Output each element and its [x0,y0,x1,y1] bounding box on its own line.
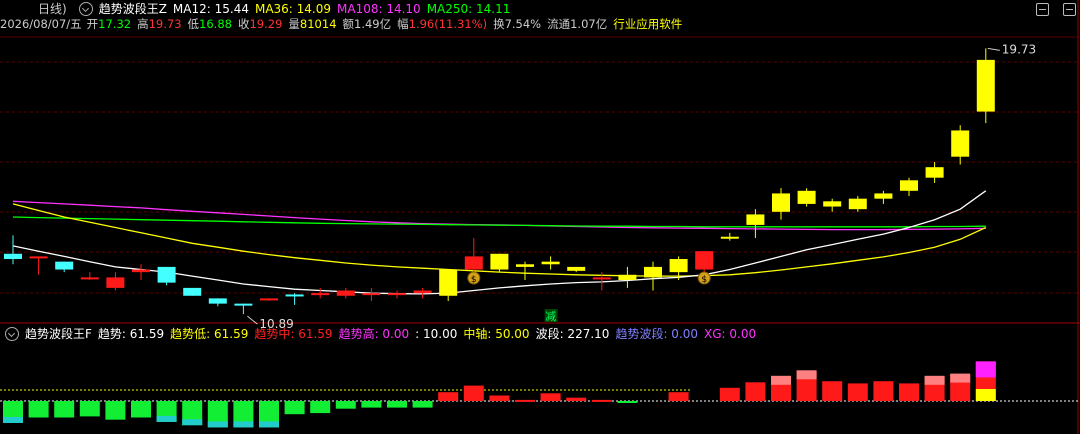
sub-bar-cap [182,419,203,426]
sub-bar-cap [950,373,971,383]
sub-legend-item-7: 趋势波段: 0.00 [615,327,699,341]
candle-body [4,253,22,260]
sub-legend: 趋势: 61.59 趋势低: 61.59 趋势中: 61.59 趋势高: 0.00 : … [98,325,762,343]
candle-body [772,193,790,212]
sub-legend-item-0: 趋势: 61.59 [97,327,165,341]
sub-bar [617,401,638,403]
sub-bar [284,401,305,415]
candle-body [951,130,970,157]
candle-body [592,277,611,280]
candle-body [925,167,944,178]
sub-bar [668,392,689,401]
sub-bar [105,401,126,420]
sub-legend-item-6: 波段: 227.10 [535,327,610,341]
sub-legend-item-2: 趋势中: 61.59 [254,327,333,341]
sub-bar [719,387,740,401]
sub-bar [79,401,100,417]
sub-bar-cap [3,417,23,423]
sub-bar [591,399,612,402]
candle-body [157,266,176,283]
high-marker-arrow [987,47,1000,51]
candle-body [311,293,330,296]
candle-body [976,59,995,112]
candle-body [823,201,842,207]
candle-body [618,274,637,281]
sub-legend-item-5: 中轴: 50.00 [463,327,530,341]
candle-body [80,277,99,280]
candle-body [695,251,714,270]
sub-bar [566,397,587,401]
sub-bar [822,381,843,401]
candle-body [720,236,739,239]
candle-body [413,290,432,294]
candle-body [336,290,355,296]
candle-body [746,214,765,225]
sub-bar [387,401,407,408]
sub-legend-item-8: XG: 0.00 [704,327,757,341]
sub-indicator-name[interactable]: 趋势波段王F [25,325,92,343]
candle-body [106,277,125,288]
candle-body [388,293,406,296]
sub-bar-cap [156,415,177,422]
sub-bar [489,395,510,401]
sub-bar [310,401,331,414]
sub-bar [745,382,766,401]
candle-body [183,287,202,296]
sub-bar [131,401,151,418]
sub-bar [361,401,382,408]
candle-body [669,259,688,273]
candle-body [848,198,867,210]
ma250-line [12,216,986,228]
sub-bar [54,401,75,418]
signal-badge: 减 [545,310,556,323]
sub-bar-base [975,389,996,401]
sub-bar-cap [207,421,228,428]
sub-bar [847,383,868,401]
sub-legend-item-1: 趋势低: 61.59 [170,327,249,341]
candle-body [208,298,227,304]
sub-bar [540,393,561,401]
candle-body [541,261,560,265]
candle-body [644,266,662,278]
candle-body [797,190,816,204]
sub-legend-item-4: : 10.00 [415,327,458,341]
sub-bar-cap [259,421,279,428]
sub-bar-cap [975,361,996,378]
candle-body [362,293,381,296]
sub-bar [28,401,49,418]
sub-indicator-menu-icon[interactable] [5,327,19,341]
candle-body [132,269,150,273]
sub-bar [438,392,459,401]
candle-body [29,256,48,259]
sub-bar [899,383,919,401]
money-bag-icon-label: $ [471,275,477,285]
candle-body [567,266,586,271]
sub-indicator-header: 趋势波段王F 趋势: 61.59 趋势低: 61.59 趋势中: 61.59 趋势高:… [0,325,768,343]
candle-body [516,264,534,267]
money-bag-icon-label: $ [701,275,707,285]
candle-body [464,256,483,270]
sub-bar [873,381,894,401]
sub-bar-cap [924,375,945,385]
sub-bar-cap [796,370,817,380]
candle-body [234,303,253,306]
candle-body [490,253,509,270]
kline-chart[interactable]: 19.7310.89$ $减 [0,0,1080,434]
sub-bar-cap [771,375,791,385]
high-marker-label: 19.73 [1002,42,1036,56]
candle-body [874,193,893,199]
candle-body [439,269,458,296]
candle-body [285,294,304,297]
candle-body [55,261,74,270]
sub-bar [412,401,433,408]
candle-body [260,298,278,301]
sub-legend-item-3: 趋势高: 0.00 [338,327,410,341]
sub-bar [335,401,356,409]
sub-bar-cap [233,421,254,428]
sub-bar [463,385,484,401]
sub-bar [515,399,535,402]
candle-body [900,180,918,191]
